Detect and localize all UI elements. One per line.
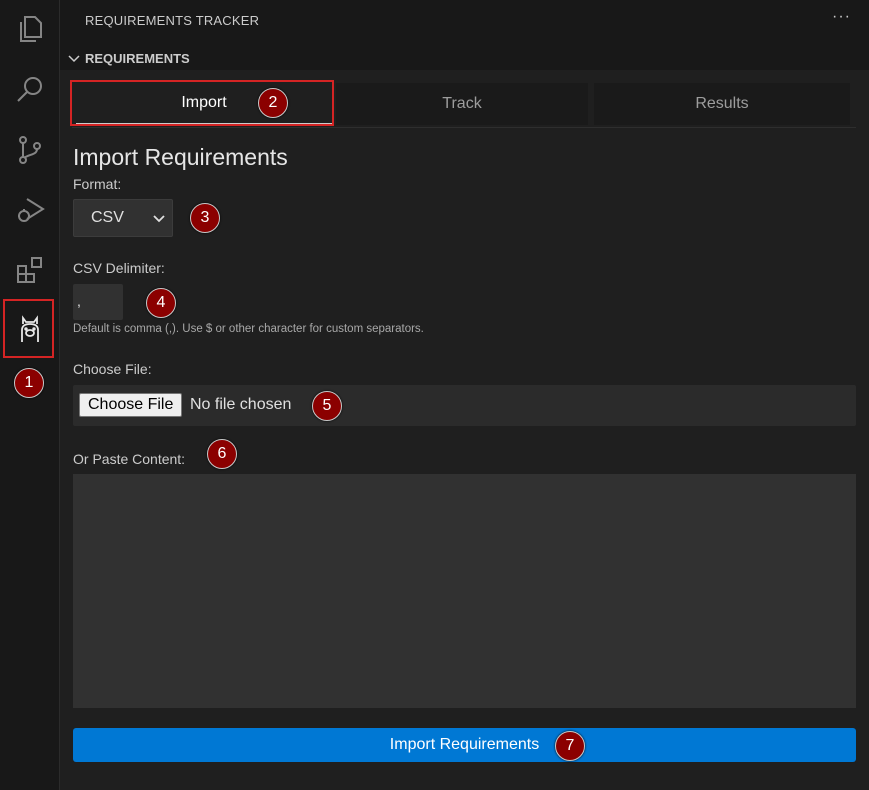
choose-file-button[interactable]: Choose File (79, 393, 183, 417)
format-value: CSV (91, 209, 124, 226)
more-actions-button[interactable]: ··· (832, 8, 851, 26)
chevron-down-icon (68, 55, 80, 63)
page-title: Import Requirements (73, 144, 288, 170)
source-control-icon[interactable] (0, 126, 59, 174)
file-status: No file chosen (190, 396, 292, 413)
delimiter-input[interactable]: , (73, 284, 123, 320)
delimiter-hint: Default is comma (,). Use $ or other cha… (73, 323, 424, 335)
step-marker-6: 6 (207, 439, 237, 469)
tab-track[interactable]: Track (336, 83, 588, 125)
step-marker-2: 2 (258, 88, 288, 118)
format-select[interactable]: CSV (73, 199, 173, 237)
step-marker-3: 3 (190, 203, 220, 233)
file-label: Choose File: (73, 361, 152, 377)
paste-content-textarea[interactable] (73, 474, 856, 708)
tab-results[interactable]: Results (594, 83, 850, 125)
sidebar: REQUIREMENTS TRACKER ··· REQUIREMENTS Im… (60, 0, 869, 790)
step-marker-4: 4 (146, 288, 176, 318)
sidebar-title: REQUIREMENTS TRACKER (85, 13, 260, 28)
section-label: REQUIREMENTS (85, 50, 190, 66)
format-label: Format: (73, 176, 122, 192)
import-requirements-button[interactable]: Import Requirements (73, 728, 856, 762)
run-debug-icon[interactable] (0, 186, 59, 234)
webview-content: Import Track Results Import Requirements… (60, 70, 869, 790)
step-marker-1: 1 (14, 368, 44, 398)
import-tab-highlight-box (70, 80, 334, 126)
delimiter-label: CSV Delimiter: (73, 260, 165, 276)
files-icon[interactable] (0, 5, 59, 53)
chevron-down-icon (153, 215, 165, 223)
section-header[interactable]: REQUIREMENTS (66, 48, 190, 68)
step-marker-7: 7 (555, 731, 585, 761)
paste-label: Or Paste Content: (73, 451, 186, 467)
extensions-icon[interactable] (0, 246, 59, 294)
search-icon[interactable] (0, 66, 59, 114)
step-marker-5: 5 (312, 391, 342, 421)
file-input: Choose File No file chosen (73, 385, 856, 426)
llama-highlight-box (3, 299, 54, 358)
